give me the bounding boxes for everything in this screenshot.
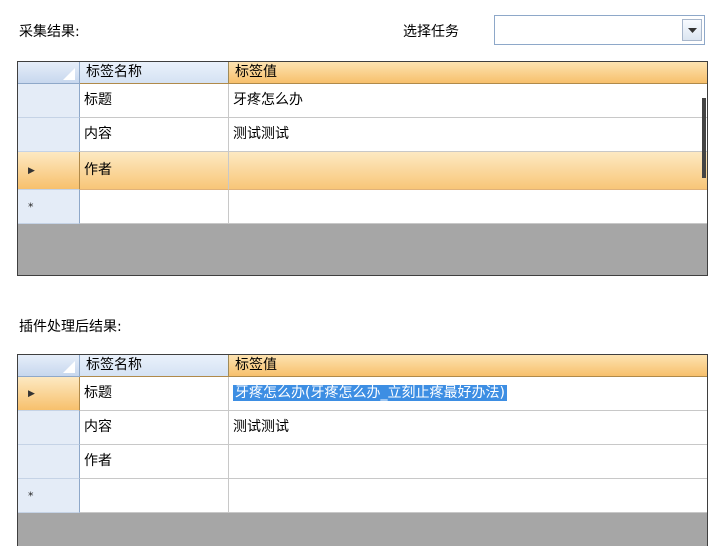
select-all-corner[interactable]	[18, 355, 80, 377]
tag-value-cell[interactable]: 测试测试	[229, 118, 707, 152]
table-row-current[interactable]: ▶ 作者	[18, 152, 707, 190]
vertical-scrollbar[interactable]	[702, 98, 706, 178]
table-row[interactable]: 内容 测试测试	[18, 118, 707, 152]
tag-name-cell[interactable]: 内容	[80, 118, 229, 152]
plugin-result-label: 插件处理后结果:	[19, 319, 122, 335]
column-header-tag-name[interactable]: 标签名称	[80, 62, 229, 84]
new-row-marker-icon: *	[28, 200, 34, 213]
corner-triangle-icon	[63, 68, 75, 80]
selected-text: 牙疼怎么办(牙疼怎么办_立刻止疼最好办法)	[233, 385, 507, 401]
row-header[interactable]	[18, 411, 80, 445]
select-all-corner[interactable]	[18, 62, 80, 84]
table-row[interactable]: 作者	[18, 445, 707, 479]
collect-result-grid[interactable]: 标签名称 标签值 标题 牙疼怎么办 内容 测试测试 ▶ 作者 *	[17, 61, 708, 276]
tag-name-cell[interactable]: 标题	[80, 377, 229, 411]
tag-value-cell[interactable]: 牙疼怎么办	[229, 84, 707, 118]
plugin-result-grid[interactable]: 标签名称 标签值 ▶ 标题 牙疼怎么办(牙疼怎么办_立刻止疼最好办法) 内容 测…	[17, 354, 708, 546]
column-header-tag-name[interactable]: 标签名称	[80, 355, 229, 377]
table-row-new[interactable]: *	[18, 190, 707, 224]
row-header[interactable]	[18, 445, 80, 479]
row-header[interactable]	[18, 84, 80, 118]
column-header-tag-value[interactable]: 标签值	[229, 62, 707, 84]
tag-name-cell[interactable]: 作者	[80, 152, 229, 190]
row-header[interactable]: *	[18, 190, 80, 224]
column-header-tag-value[interactable]: 标签值	[229, 355, 707, 377]
collect-result-label: 采集结果:	[19, 24, 80, 40]
tag-name-cell[interactable]	[80, 190, 229, 224]
row-header[interactable]: ▶	[18, 377, 80, 411]
tag-value-cell[interactable]	[229, 479, 707, 513]
grid-header: 标签名称 标签值	[18, 62, 707, 84]
corner-triangle-icon	[63, 361, 75, 373]
tag-value-cell-selected[interactable]: 牙疼怎么办(牙疼怎么办_立刻止疼最好办法)	[229, 377, 707, 411]
table-row-new[interactable]: *	[18, 479, 707, 513]
tag-value-cell[interactable]: 测试测试	[229, 411, 707, 445]
task-select-dropdown-button[interactable]	[682, 19, 702, 41]
tag-name-cell[interactable]	[80, 479, 229, 513]
tag-value-cell[interactable]	[229, 152, 707, 190]
tag-name-cell[interactable]: 内容	[80, 411, 229, 445]
table-row[interactable]: 内容 测试测试	[18, 411, 707, 445]
tag-value-cell[interactable]	[229, 190, 707, 224]
tag-value-cell[interactable]	[229, 445, 707, 479]
current-row-arrow-icon: ▶	[28, 388, 35, 399]
select-task-label: 选择任务	[403, 24, 459, 40]
current-row-arrow-icon: ▶	[28, 165, 35, 176]
row-header[interactable]	[18, 118, 80, 152]
table-row[interactable]: 标题 牙疼怎么办	[18, 84, 707, 118]
chevron-down-icon	[688, 28, 697, 33]
task-select[interactable]	[494, 15, 705, 45]
tag-name-cell[interactable]: 标题	[80, 84, 229, 118]
table-row-current[interactable]: ▶ 标题 牙疼怎么办(牙疼怎么办_立刻止疼最好办法)	[18, 377, 707, 411]
row-header[interactable]: *	[18, 479, 80, 513]
row-header[interactable]: ▶	[18, 152, 80, 190]
grid-header: 标签名称 标签值	[18, 355, 707, 377]
new-row-marker-icon: *	[28, 489, 34, 502]
tag-name-cell[interactable]: 作者	[80, 445, 229, 479]
